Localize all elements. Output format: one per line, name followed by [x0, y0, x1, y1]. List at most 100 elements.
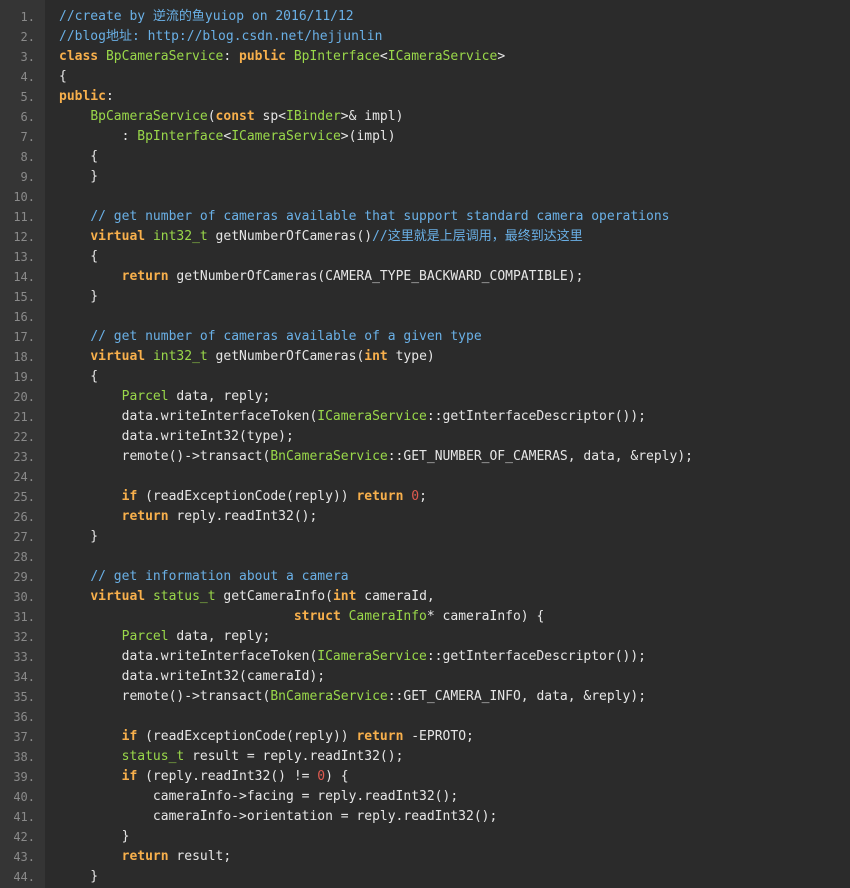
code-line[interactable]: 34. data.writeInt32(cameraId);	[0, 667, 850, 687]
code-line[interactable]: 42. }	[0, 827, 850, 847]
code-token: }	[59, 829, 130, 844]
code-token: remote()->transact(	[59, 689, 271, 704]
code-token: ::GET_NUMBER_OF_CAMERAS, data, &reply);	[387, 449, 693, 464]
code-line[interactable]: 26. return reply.readInt32();	[0, 507, 850, 527]
code-line[interactable]: 6. BpCameraService(const sp<IBinder>& im…	[0, 107, 850, 127]
line-number: 7.	[20, 130, 35, 144]
line-number: 19.	[13, 370, 35, 384]
code-line[interactable]: 40. cameraInfo->facing = reply.readInt32…	[0, 787, 850, 807]
code-token: data, reply;	[168, 389, 271, 404]
code-line[interactable]: 36.	[0, 707, 850, 727]
code-text: if (readExceptionCode(reply)) return 0;	[59, 487, 427, 507]
code-line[interactable]: 8. {	[0, 147, 850, 167]
code-token: ) {	[325, 769, 349, 784]
code-line[interactable]: 37. if (readExceptionCode(reply)) return…	[0, 727, 850, 747]
code-text: Parcel data, reply;	[59, 627, 271, 647]
code-token: ::GET_CAMERA_INFO, data, &reply);	[387, 689, 647, 704]
code-text: data.writeInt32(type);	[59, 427, 294, 447]
code-line[interactable]: 3. class BpCameraService: public BpInterf…	[0, 47, 850, 67]
line-number: 18.	[13, 350, 35, 364]
code-token: :	[223, 49, 240, 64]
line-number: 3.	[20, 50, 35, 64]
keyword-token: if	[121, 489, 138, 504]
code-editor[interactable]: 1. //create by 逆流的鱼yuiop on 2016/11/12 2. /…	[0, 0, 850, 888]
code-line[interactable]: 9. }	[0, 167, 850, 187]
code-token: sp<	[254, 109, 287, 124]
line-number: 28.	[13, 550, 35, 564]
code-line[interactable]: 4. {	[0, 67, 850, 87]
code-token: (readExceptionCode(reply))	[137, 489, 357, 504]
line-number: 24.	[13, 470, 35, 484]
code-line[interactable]: 44. }	[0, 867, 850, 887]
code-line[interactable]: 18. virtual int32_t getNumberOfCameras(i…	[0, 347, 850, 367]
line-number: 8.	[20, 150, 35, 164]
code-line[interactable]: 30. virtual status_t getCameraInfo(int c…	[0, 587, 850, 607]
code-line[interactable]: 13. {	[0, 247, 850, 267]
line-number: 32.	[13, 630, 35, 644]
code-line[interactable]: 29. // get information about a camera	[0, 567, 850, 587]
line-number: 22.	[13, 430, 35, 444]
code-line[interactable]: 25. if (readExceptionCode(reply)) return…	[0, 487, 850, 507]
code-line[interactable]: 14. return getNumberOfCameras(CAMERA_TYP…	[0, 267, 850, 287]
line-number: 10.	[13, 190, 35, 204]
line-number: 38.	[13, 750, 35, 764]
code-line[interactable]: 21. data.writeInterfaceToken(ICameraServ…	[0, 407, 850, 427]
code-token: * cameraInfo) {	[426, 609, 545, 624]
code-line[interactable]: 11. // get number of cameras available t…	[0, 207, 850, 227]
type-token: CameraInfo	[348, 609, 427, 624]
number-token: 0	[411, 489, 420, 504]
code-line[interactable]: 39. if (reply.readInt32() != 0) {	[0, 767, 850, 787]
type-token: ICameraService	[231, 129, 341, 144]
keyword-token: const	[215, 109, 255, 124]
type-token: BnCameraService	[270, 449, 388, 464]
code-line[interactable]: 31. struct CameraInfo* cameraInfo) {	[0, 607, 850, 627]
code-line[interactable]: 43. return result;	[0, 847, 850, 867]
line-number: 20.	[13, 390, 35, 404]
code-token: >(impl)	[340, 129, 396, 144]
type-token: BpCameraService	[90, 109, 208, 124]
code-token: getNumberOfCameras(CAMERA_TYPE_BACKWARD_…	[168, 269, 584, 284]
comment-token: //这里就是上层调用，最终到达这里	[372, 229, 583, 244]
line-number: 25.	[13, 490, 35, 504]
line-number: 41.	[13, 810, 35, 824]
code-text: //create by 逆流的鱼yuiop on 2016/11/12	[59, 7, 354, 27]
code-line[interactable]: 5. public:	[0, 87, 850, 107]
code-line[interactable]: 15. }	[0, 287, 850, 307]
code-line[interactable]: 22. data.writeInt32(type);	[0, 427, 850, 447]
type-token: IBinder	[286, 109, 341, 124]
line-number: 37.	[13, 730, 35, 744]
code-line[interactable]: 16.	[0, 307, 850, 327]
code-line[interactable]: 7. : BpInterface<ICameraService>(impl)	[0, 127, 850, 147]
code-line[interactable]: 27. }	[0, 527, 850, 547]
code-line[interactable]: 2. //blog地址: http://blog.csdn.net/hejjunl…	[0, 27, 850, 47]
code-token: data.writeInt32(type);	[59, 429, 294, 444]
code-line[interactable]: 41. cameraInfo->orientation = reply.read…	[0, 807, 850, 827]
code-text: {	[59, 147, 98, 167]
code-token: remote()->transact(	[59, 449, 271, 464]
code-line[interactable]: 10.	[0, 187, 850, 207]
code-line[interactable]: 12. virtual int32_t getNumberOfCameras()…	[0, 227, 850, 247]
code-line[interactable]: 23. remote()->transact(BnCameraService::…	[0, 447, 850, 467]
code-line[interactable]: 17. // get number of cameras available o…	[0, 327, 850, 347]
code-line[interactable]: 28.	[0, 547, 850, 567]
code-text: }	[59, 867, 98, 887]
code-line[interactable]: 33. data.writeInterfaceToken(ICameraServ…	[0, 647, 850, 667]
code-line[interactable]: 19. {	[0, 367, 850, 387]
code-text: public:	[59, 87, 114, 107]
code-token: >& impl)	[340, 109, 404, 124]
code-line[interactable]: 32. Parcel data, reply;	[0, 627, 850, 647]
code-line[interactable]: 38. status_t result = reply.readInt32();	[0, 747, 850, 767]
code-text: virtual status_t getCameraInfo(int camer…	[59, 587, 434, 607]
code-line[interactable]: 20. Parcel data, reply;	[0, 387, 850, 407]
keyword-token: public	[59, 89, 106, 104]
code-line[interactable]: 35. remote()->transact(BnCameraService::…	[0, 687, 850, 707]
type-token: BnCameraService	[270, 689, 388, 704]
code-line[interactable]: 1. //create by 逆流的鱼yuiop on 2016/11/12	[0, 7, 850, 27]
code-line[interactable]: 24.	[0, 467, 850, 487]
line-number: 11.	[13, 210, 35, 224]
